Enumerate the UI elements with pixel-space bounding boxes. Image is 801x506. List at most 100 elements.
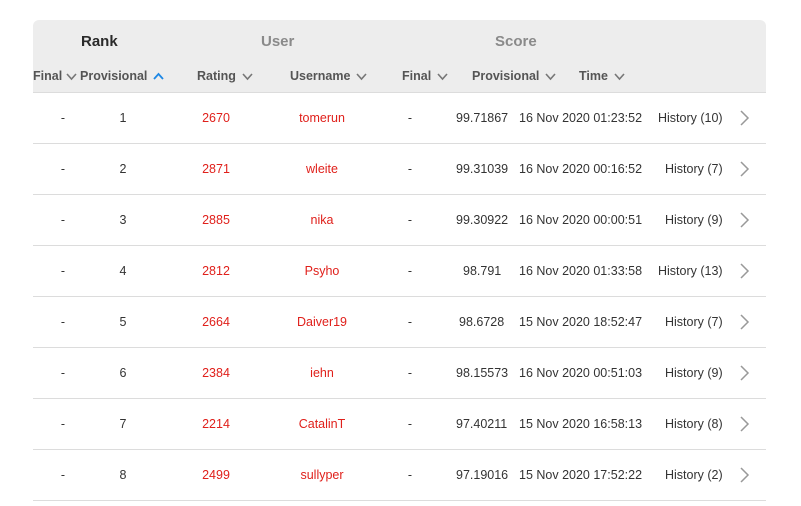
chevron-right-icon[interactable] (738, 160, 750, 178)
chevron-down-icon (355, 70, 368, 83)
chevron-down-icon (241, 70, 254, 83)
chevron-up-icon (152, 70, 165, 83)
final-score-cell: - (407, 213, 413, 227)
time-cell: 16 Nov 2020 00:00:51 (519, 213, 643, 227)
column-label: Time (579, 69, 608, 83)
table-row[interactable]: - 5 2664 Daiver19 - 98.6728 15 Nov 2020 … (33, 297, 766, 348)
time-cell: 16 Nov 2020 01:33:58 (519, 264, 643, 278)
chevron-right-icon[interactable] (738, 313, 750, 331)
table-row[interactable]: - 1 2670 tomerun - 99.71867 16 Nov 2020 … (33, 93, 766, 144)
username-link[interactable]: CatalinT (299, 417, 346, 431)
group-header-row: Rank User Score (33, 20, 766, 63)
column-header-row: Final Provisional Rating Username Final … (33, 63, 766, 93)
history-link[interactable]: History (2) (665, 468, 723, 482)
column-label: Username (290, 69, 351, 83)
final-rank-cell: - (60, 213, 66, 227)
column-header-rank-final[interactable]: Final (33, 69, 78, 83)
provisional-score-cell: 98.15573 (456, 366, 509, 380)
final-rank-cell: - (60, 468, 66, 482)
provisional-score-cell: 97.19016 (456, 468, 509, 482)
final-score-cell: - (407, 264, 413, 278)
rating-cell: 2664 (202, 315, 230, 329)
history-link[interactable]: History (8) (665, 417, 723, 431)
chevron-down-icon (544, 70, 557, 83)
username-link[interactable]: Daiver19 (297, 315, 347, 329)
leaderboard-table: Rank User Score Final Provisional Rating… (33, 20, 766, 501)
username-link[interactable]: Psyho (305, 264, 340, 278)
chevron-right-icon[interactable] (738, 262, 750, 280)
chevron-right-icon[interactable] (738, 109, 750, 127)
provisional-rank-cell: 4 (119, 264, 127, 278)
provisional-rank-cell: 1 (119, 111, 127, 125)
provisional-rank-cell: 7 (119, 417, 127, 431)
chevron-right-icon[interactable] (738, 415, 750, 433)
chevron-down-icon (436, 70, 449, 83)
time-cell: 16 Nov 2020 01:23:52 (519, 111, 643, 125)
column-label: Provisional (80, 69, 148, 83)
time-cell: 16 Nov 2020 00:16:52 (519, 162, 643, 176)
table-row[interactable]: - 4 2812 Psyho - 98.791 16 Nov 2020 01:3… (33, 246, 766, 297)
history-link[interactable]: History (7) (665, 162, 723, 176)
table-row[interactable]: - 8 2499 sullyper - 97.19016 15 Nov 2020… (33, 450, 766, 501)
username-link[interactable]: nika (311, 213, 334, 227)
final-rank-cell: - (60, 366, 66, 380)
table-row[interactable]: - 3 2885 nika - 99.30922 16 Nov 2020 00:… (33, 195, 766, 246)
time-cell: 15 Nov 2020 16:58:13 (519, 417, 643, 431)
history-link[interactable]: History (13) (658, 264, 723, 278)
column-header-rating[interactable]: Rating (197, 69, 254, 83)
group-label-score: Score (495, 33, 537, 50)
table-row[interactable]: - 2 2871 wleite - 99.31039 16 Nov 2020 0… (33, 144, 766, 195)
column-header-score-provisional[interactable]: Provisional (472, 69, 557, 83)
time-cell: 16 Nov 2020 00:51:03 (519, 366, 643, 380)
final-rank-cell: - (60, 111, 66, 125)
final-score-cell: - (407, 315, 413, 329)
chevron-right-icon[interactable] (738, 466, 750, 484)
column-header-score-final[interactable]: Final (402, 69, 449, 83)
column-label: Final (33, 69, 63, 83)
chevron-right-icon[interactable] (738, 364, 750, 382)
rating-cell: 2812 (202, 264, 230, 278)
rating-cell: 2214 (202, 417, 230, 431)
history-link[interactable]: History (10) (658, 111, 723, 125)
final-score-cell: - (407, 468, 413, 482)
final-score-cell: - (407, 111, 413, 125)
username-link[interactable]: iehn (310, 366, 334, 380)
final-score-cell: - (407, 366, 413, 380)
chevron-down-icon (613, 70, 626, 83)
history-link[interactable]: History (9) (665, 213, 723, 227)
chevron-right-icon[interactable] (738, 211, 750, 229)
provisional-score-cell: 99.30922 (456, 213, 509, 227)
column-label: Provisional (472, 69, 540, 83)
final-rank-cell: - (60, 162, 66, 176)
provisional-rank-cell: 3 (119, 213, 127, 227)
provisional-rank-cell: 8 (119, 468, 127, 482)
history-link[interactable]: History (7) (665, 315, 723, 329)
rating-cell: 2499 (202, 468, 230, 482)
provisional-score-cell: 97.40211 (456, 417, 508, 431)
provisional-rank-cell: 5 (119, 315, 127, 329)
table-row[interactable]: - 7 2214 CatalinT - 97.40211 15 Nov 2020… (33, 399, 766, 450)
final-score-cell: - (407, 162, 413, 176)
rating-cell: 2871 (202, 162, 230, 176)
final-rank-cell: - (60, 264, 66, 278)
rating-cell: 2670 (202, 111, 230, 125)
column-header-time[interactable]: Time (579, 69, 626, 83)
provisional-score-cell: 99.31039 (456, 162, 509, 176)
column-label: Rating (197, 69, 236, 83)
provisional-score-cell: 98.791 (463, 264, 502, 278)
time-cell: 15 Nov 2020 18:52:47 (519, 315, 643, 329)
username-link[interactable]: sullyper (300, 468, 343, 482)
table-row[interactable]: - 6 2384 iehn - 98.15573 16 Nov 2020 00:… (33, 348, 766, 399)
group-label-user: User (261, 33, 295, 50)
rating-cell: 2885 (202, 213, 230, 227)
provisional-score-cell: 99.71867 (456, 111, 509, 125)
column-header-rank-provisional[interactable]: Provisional (80, 69, 165, 83)
group-label-rank: Rank (81, 33, 118, 50)
final-score-cell: - (407, 417, 413, 431)
column-header-username[interactable]: Username (290, 69, 368, 83)
username-link[interactable]: tomerun (299, 111, 345, 125)
provisional-rank-cell: 2 (119, 162, 127, 176)
final-rank-cell: - (60, 417, 66, 431)
username-link[interactable]: wleite (306, 162, 338, 176)
history-link[interactable]: History (9) (665, 366, 723, 380)
